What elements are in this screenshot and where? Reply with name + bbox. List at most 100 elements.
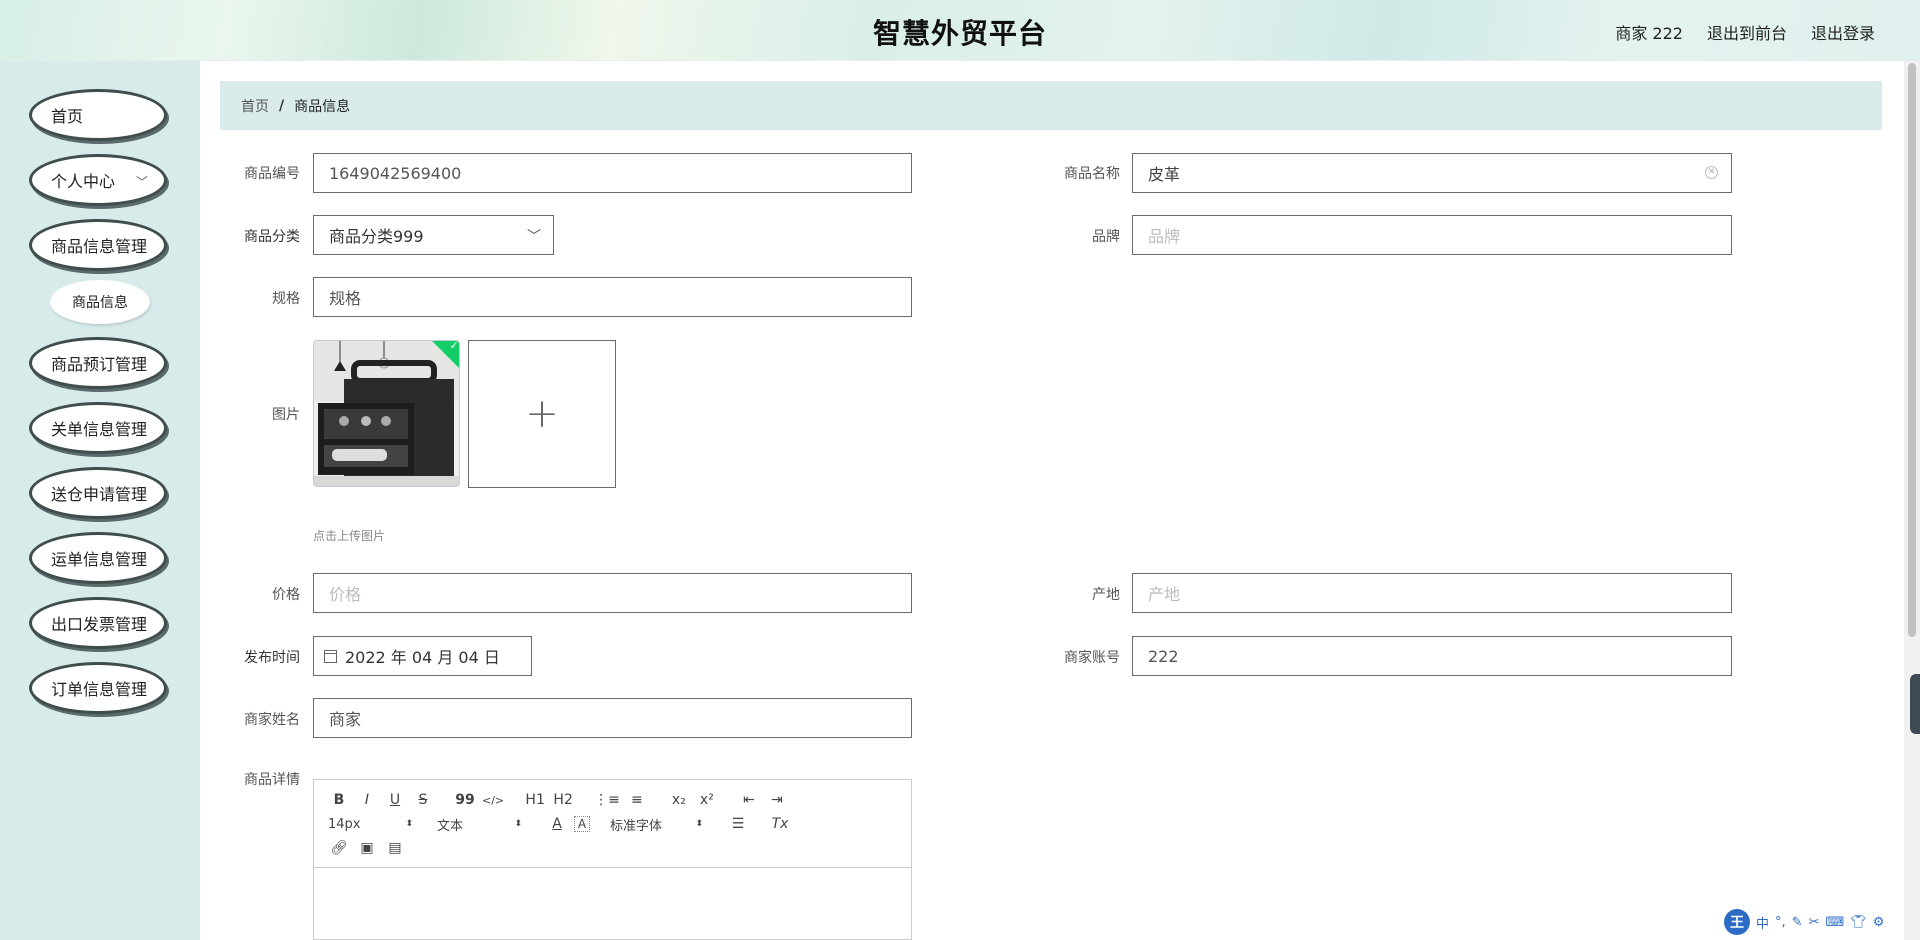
outdent-icon[interactable]: ⇤ bbox=[738, 789, 760, 811]
sidebar-item-label: 关单信息管理 bbox=[51, 420, 148, 439]
brand-field[interactable]: 品牌 bbox=[1132, 215, 1732, 255]
clear-format-button[interactable]: Tx bbox=[769, 813, 791, 835]
link-icon[interactable]: 🔗︎ bbox=[328, 837, 350, 859]
sidebar: 首页 个人中心 ﹀ 商品信息管理 商品信息 商品预订管理 关单信息管理 送仓申请… bbox=[0, 61, 200, 940]
merchant-account-field[interactable]: 222 bbox=[1132, 636, 1732, 676]
ime-mode[interactable]: 中 bbox=[1756, 913, 1769, 932]
bold-button[interactable]: B bbox=[328, 789, 350, 811]
sidebar-item-home[interactable]: 首页 bbox=[29, 89, 167, 141]
logout-link[interactable]: 退出登录 bbox=[1811, 20, 1875, 44]
spec-label: 规格 bbox=[272, 291, 300, 307]
sidebar-item-waybill[interactable]: 运单信息管理 bbox=[29, 532, 167, 584]
gear-icon[interactable]: ⚙ bbox=[1873, 915, 1885, 930]
ime-punctuation[interactable]: °, bbox=[1775, 915, 1786, 930]
keyboard-icon[interactable]: ⌨ bbox=[1825, 915, 1844, 930]
sidebar-item-export-invoice[interactable]: 出口发票管理 bbox=[29, 597, 167, 649]
code-value: 1649042569400 bbox=[329, 163, 462, 183]
origin-field[interactable]: 产地 bbox=[1132, 573, 1732, 613]
sidebar-item-personal-center[interactable]: 个人中心 ﹀ bbox=[29, 154, 167, 206]
code-field[interactable]: 1649042569400 bbox=[313, 153, 912, 193]
price-placeholder: 价格 bbox=[329, 585, 362, 604]
name-label: 商品名称 bbox=[1064, 166, 1120, 182]
scrollbar-thumb[interactable] bbox=[1908, 63, 1916, 637]
sidebar-item-product-booking[interactable]: 商品预订管理 bbox=[29, 337, 167, 389]
sidebar-item-label: 运单信息管理 bbox=[51, 550, 148, 569]
sidebar-item-customs[interactable]: 关单信息管理 bbox=[29, 402, 167, 454]
font-family-select[interactable]: 标准字体 ⬍ bbox=[610, 815, 703, 834]
merchant-name-value: 商家 bbox=[329, 710, 362, 729]
ime-toolbar: 王 中 °, ✎ ✂ ⌨ 👕︎ ⚙ bbox=[1724, 908, 1884, 936]
pen-icon[interactable]: ✎ bbox=[1792, 915, 1803, 930]
sidebar-item-orders[interactable]: 订单信息管理 bbox=[29, 662, 167, 714]
sidebar-item-label: 出口发票管理 bbox=[51, 615, 148, 634]
spec-placeholder: 规格 bbox=[329, 289, 362, 308]
price-field[interactable]: 价格 bbox=[313, 573, 912, 613]
heading1-button[interactable]: H1 bbox=[524, 789, 546, 811]
upload-tip: 点击上传图片 bbox=[313, 529, 386, 543]
sidebar-item-label: 商品信息管理 bbox=[51, 237, 148, 256]
font-size-select[interactable]: 14px ⬍ bbox=[328, 817, 413, 832]
category-value: 商品分类999 bbox=[329, 227, 424, 246]
text-color-button[interactable]: A bbox=[546, 813, 568, 835]
code-block-button[interactable]: </> bbox=[482, 789, 504, 811]
check-icon: ✓ bbox=[449, 340, 459, 352]
editor-toolbar: B I U S 99 </> H1 H2 ⋮≡ ≡ x₂ x² ⇤ ⇥ 14px… bbox=[314, 780, 911, 868]
publish-time-label: 发布时间 bbox=[244, 650, 300, 666]
rich-text-editor: B I U S 99 </> H1 H2 ⋮≡ ≡ x₂ x² ⇤ ⇥ 14px… bbox=[313, 779, 912, 940]
font-family-value: 标准字体 bbox=[610, 818, 663, 834]
scissors-icon[interactable]: ✂ bbox=[1809, 915, 1820, 930]
brand-label: 品牌 bbox=[1092, 229, 1120, 245]
upload-image-button[interactable]: + bbox=[468, 340, 616, 488]
code-label: 商品编号 bbox=[244, 166, 300, 182]
superscript-button[interactable]: x² bbox=[696, 789, 718, 811]
strike-button[interactable]: S bbox=[412, 789, 434, 811]
subscript-button[interactable]: x₂ bbox=[668, 789, 690, 811]
ordered-list-icon[interactable]: ⋮≡ bbox=[594, 789, 620, 811]
align-left-icon[interactable]: ☰ bbox=[727, 813, 749, 835]
category-label: 商品分类 bbox=[244, 229, 300, 245]
sidebar-item-label: 订单信息管理 bbox=[51, 680, 148, 699]
heading2-button[interactable]: H2 bbox=[552, 789, 574, 811]
indent-icon[interactable]: ⇥ bbox=[766, 789, 788, 811]
blockquote-button[interactable]: 99 bbox=[454, 789, 476, 811]
exit-to-front-link[interactable]: 退出到前台 bbox=[1707, 20, 1787, 44]
merchant-name-label: 商家姓名 bbox=[244, 712, 300, 728]
sidebar-item-product-management[interactable]: 商品信息管理 bbox=[29, 219, 167, 271]
video-icon[interactable]: ▤ bbox=[384, 837, 406, 859]
paragraph-value: 文本 bbox=[437, 818, 464, 834]
page-scrollbar[interactable] bbox=[1904, 61, 1920, 940]
ime-logo[interactable]: 王 bbox=[1724, 909, 1750, 935]
background-color-icon[interactable]: A bbox=[574, 816, 590, 832]
bullet-list-icon[interactable]: ≡ bbox=[626, 789, 648, 811]
publish-time-picker[interactable]: 2022 年 04 月 04 日 bbox=[313, 636, 532, 676]
updown-icon: ⬍ bbox=[514, 819, 522, 829]
font-size-value: 14px bbox=[328, 816, 361, 832]
paragraph-select[interactable]: 文本 ⬍ bbox=[437, 815, 522, 834]
updown-icon: ⬍ bbox=[405, 819, 413, 829]
category-select[interactable]: 商品分类999 ﹀ bbox=[313, 215, 554, 255]
sidebar-item-warehouse-request[interactable]: 送仓申请管理 bbox=[29, 467, 167, 519]
name-field[interactable]: 皮革 ✕ bbox=[1132, 153, 1732, 193]
price-label: 价格 bbox=[272, 587, 300, 603]
sidebar-subitem-product-info[interactable]: 商品信息 bbox=[50, 280, 150, 324]
brand-placeholder: 品牌 bbox=[1148, 227, 1181, 246]
breadcrumb-home[interactable]: 首页 bbox=[241, 96, 269, 116]
chevron-down-icon: ﹀ bbox=[527, 229, 541, 245]
merchant-account-value: 222 bbox=[1148, 646, 1179, 666]
product-image-thumbnail[interactable]: ✓ bbox=[313, 340, 460, 487]
top-header: 智慧外贸平台 商家 222 退出到前台 退出登录 bbox=[0, 0, 1920, 61]
italic-button[interactable]: I bbox=[356, 789, 378, 811]
spec-field[interactable]: 规格 bbox=[313, 277, 912, 317]
clear-icon[interactable]: ✕ bbox=[1705, 166, 1718, 179]
underline-button[interactable]: U bbox=[384, 789, 406, 811]
calendar-icon bbox=[324, 649, 337, 663]
publish-time-value: 2022 年 04 月 04 日 bbox=[345, 648, 500, 667]
sidebar-item-label: 送仓申请管理 bbox=[51, 485, 148, 504]
side-floating-tab[interactable] bbox=[1910, 674, 1920, 734]
breadcrumb: 首页 / 商品信息 bbox=[220, 81, 1882, 130]
header-nav: 商家 222 退出到前台 退出登录 bbox=[1615, 20, 1875, 44]
current-user: 商家 222 bbox=[1615, 24, 1683, 43]
merchant-name-field[interactable]: 商家 bbox=[313, 698, 912, 738]
image-icon[interactable]: ▣ bbox=[356, 837, 378, 859]
skin-icon[interactable]: 👕︎ bbox=[1850, 915, 1867, 930]
